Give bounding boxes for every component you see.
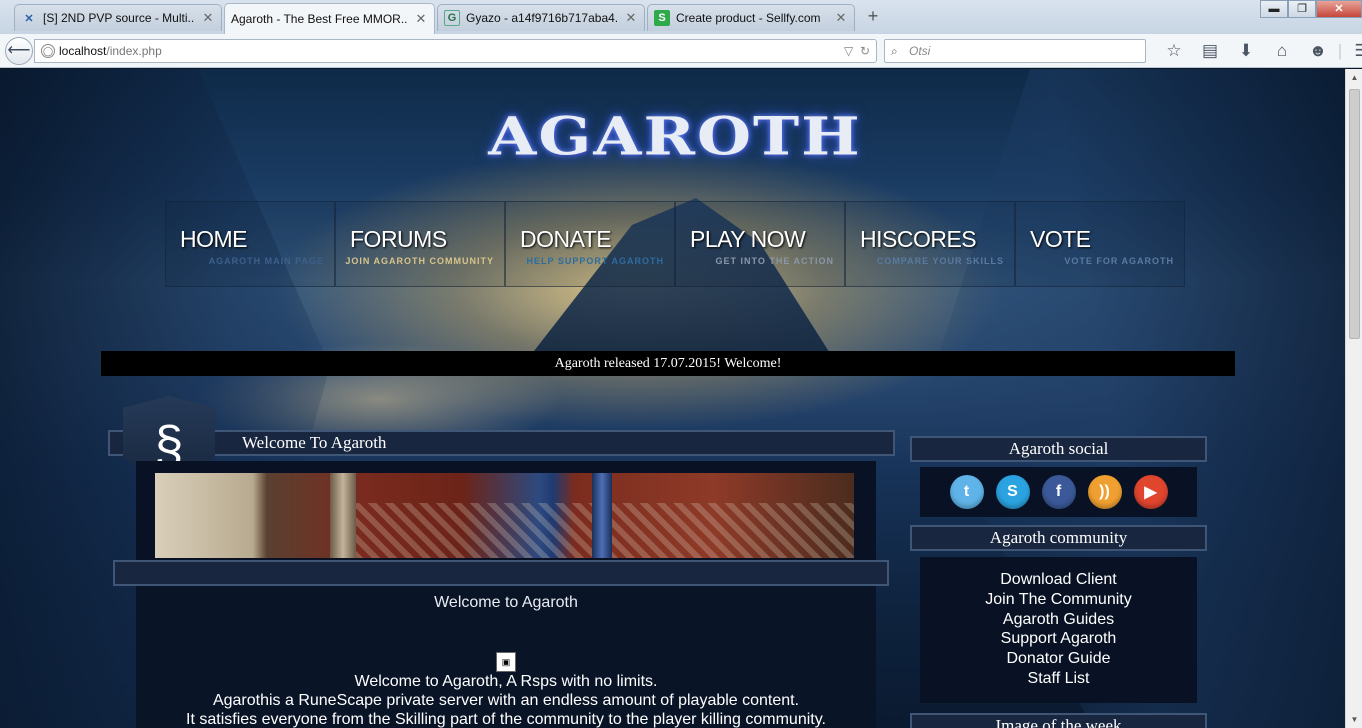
maximize-button[interactable]: ❐: [1288, 0, 1316, 18]
skype-icon[interactable]: S: [995, 475, 1030, 509]
tab-title: [S] 2ND PVP source - Multi...: [43, 11, 195, 25]
nav-home[interactable]: HOME AGAROTH MAIN PAGE: [165, 201, 335, 287]
site-logo[interactable]: AGAROTH: [488, 105, 859, 167]
facebook-icon[interactable]: f: [1041, 475, 1076, 509]
vertical-scrollbar[interactable]: ▲ ▼: [1345, 69, 1362, 728]
community-link[interactable]: Agaroth Guides: [920, 610, 1197, 630]
nav-subtitle: AGAROTH MAIN PAGE: [208, 256, 324, 266]
content-title: Welcome to Agaroth: [434, 594, 578, 611]
nav-label: DONATE: [520, 226, 612, 252]
nav-label: HISCORES: [860, 226, 977, 252]
social-header: Agaroth social: [910, 436, 1207, 462]
close-icon[interactable]: ✕: [201, 10, 215, 26]
download-icon[interactable]: ⬇: [1228, 40, 1264, 62]
banner-pillar: [592, 473, 612, 558]
close-icon[interactable]: ✕: [624, 10, 638, 26]
nav-donate[interactable]: DONATE HELP SUPPORT AGAROTH: [505, 201, 675, 287]
welcome-header: Welcome To Agaroth: [108, 430, 895, 456]
minimize-button[interactable]: ▬: [1260, 0, 1288, 18]
toolbar-divider: |: [1337, 41, 1343, 60]
tab-pvp-source[interactable]: ✕ [S] 2ND PVP source - Multi... ✕: [14, 4, 222, 31]
nav-subtitle: VOTE FOR AGAROTH: [1064, 256, 1174, 266]
tab-strip: ✕ [S] 2ND PVP source - Multi... ✕ Agarot…: [0, 0, 1362, 34]
address-bar[interactable]: ◯ localhost/index.php ▽ ↻: [34, 39, 877, 63]
nav-label: FORUMS: [350, 226, 447, 252]
twitter-icon[interactable]: t: [949, 475, 984, 509]
content-line: Welcome to Agaroth, A Rsps with no limit…: [354, 673, 658, 690]
new-tab-button[interactable]: +: [860, 6, 886, 28]
content-line: Agarothis a RuneScape private server wit…: [212, 692, 800, 709]
community-link[interactable]: Staff List: [920, 669, 1197, 689]
navigation-toolbar: ⟵ ◯ localhost/index.php ▽ ↻ ⌕ Otsi ☆ ▤ ⬇…: [0, 34, 1362, 68]
nav-subtitle: HELP SUPPORT AGAROTH: [526, 256, 664, 266]
dropdown-arrow-icon[interactable]: ▽: [844, 44, 853, 58]
nav-play-now[interactable]: PLAY NOW GET INTO THE ACTION: [675, 201, 845, 287]
content-divider-bar: [113, 560, 889, 586]
main-nav: HOME AGAROTH MAIN PAGE FORUMS JOIN AGARO…: [165, 201, 1185, 287]
community-link[interactable]: Support Agaroth: [920, 629, 1197, 649]
scroll-down-icon[interactable]: ▼: [1346, 711, 1362, 728]
banner-pillar: [330, 473, 356, 558]
tab-title: Agaroth - The Best Free MMOR...: [231, 12, 408, 26]
image-of-week-header: Image of the week: [910, 713, 1207, 728]
tab-gyazo[interactable]: G Gyazo - a14f9716b717aba4... ✕: [437, 4, 645, 31]
social-links: t S f )) ▶: [920, 467, 1197, 517]
crossed-swords-icon: ✕: [24, 12, 34, 25]
nav-subtitle: GET INTO THE ACTION: [715, 256, 834, 266]
sellfy-icon: S: [654, 10, 670, 26]
url-host: localhost: [59, 44, 107, 58]
globe-icon: ◯: [41, 44, 55, 58]
back-button[interactable]: ⟵: [5, 37, 33, 65]
window-close-button[interactable]: ✕: [1316, 0, 1362, 18]
chat-icon[interactable]: ☻: [1300, 40, 1336, 62]
home-icon[interactable]: ⌂: [1264, 40, 1300, 62]
community-links: Download Client Join The Community Agaro…: [920, 557, 1197, 703]
nav-hiscores[interactable]: HISCORES COMPARE YOUR SKILLS: [845, 201, 1015, 287]
close-icon[interactable]: ✕: [834, 10, 848, 26]
nav-forums[interactable]: FORUMS JOIN AGAROTH COMMUNITY: [335, 201, 505, 287]
window-controls: ▬ ❐ ✕: [1260, 0, 1362, 18]
community-link[interactable]: Download Client: [920, 570, 1197, 590]
broken-image-icon: ▣: [496, 652, 516, 672]
community-link[interactable]: Donator Guide: [920, 649, 1197, 669]
url-path: /index.php: [106, 44, 162, 58]
tab-agaroth[interactable]: Agaroth - The Best Free MMOR... ✕: [224, 3, 435, 34]
content-line: It satisfies everyone from the Skilling …: [186, 711, 826, 728]
banner-image: [155, 473, 854, 558]
search-placeholder: Otsi: [909, 44, 931, 58]
nav-label: VOTE: [1030, 226, 1091, 252]
arrow-left-icon: ⟵: [7, 42, 31, 59]
nav-vote[interactable]: VOTE VOTE FOR AGAROTH: [1015, 201, 1185, 287]
reload-icon[interactable]: ↻: [860, 44, 870, 58]
bookmark-star-icon[interactable]: ☆: [1156, 40, 1192, 62]
tab-sellfy[interactable]: S Create product - Sellfy.com ✕: [647, 4, 855, 31]
community-header: Agaroth community: [910, 525, 1207, 551]
rss-icon[interactable]: )): [1087, 475, 1122, 509]
reading-list-icon[interactable]: ▤: [1192, 40, 1228, 62]
scroll-thumb[interactable]: [1349, 89, 1360, 339]
search-icon: ⌕: [891, 44, 898, 58]
nav-subtitle: JOIN AGAROTH COMMUNITY: [345, 256, 494, 266]
nav-label: PLAY NOW: [690, 226, 806, 252]
nav-label: HOME: [180, 226, 248, 252]
menu-icon[interactable]: ☰: [1344, 40, 1362, 62]
tab-title: Create product - Sellfy.com: [676, 11, 821, 25]
page-viewport: AGAROTH HOME AGAROTH MAIN PAGE FORUMS JO…: [0, 69, 1345, 728]
gyazo-icon: G: [444, 10, 460, 26]
search-input[interactable]: ⌕ Otsi: [884, 39, 1146, 63]
nav-subtitle: COMPARE YOUR SKILLS: [876, 256, 1004, 266]
news-ticker: Agaroth released 17.07.2015! Welcome!: [101, 351, 1235, 376]
welcome-content: Welcome to Agaroth ▣ Welcome to Agaroth,…: [136, 586, 876, 728]
youtube-icon[interactable]: ▶: [1133, 475, 1168, 509]
close-icon[interactable]: ✕: [414, 11, 428, 27]
tab-title: Gyazo - a14f9716b717aba4...: [466, 11, 618, 25]
scroll-up-icon[interactable]: ▲: [1346, 69, 1362, 86]
community-link[interactable]: Join The Community: [920, 590, 1197, 610]
